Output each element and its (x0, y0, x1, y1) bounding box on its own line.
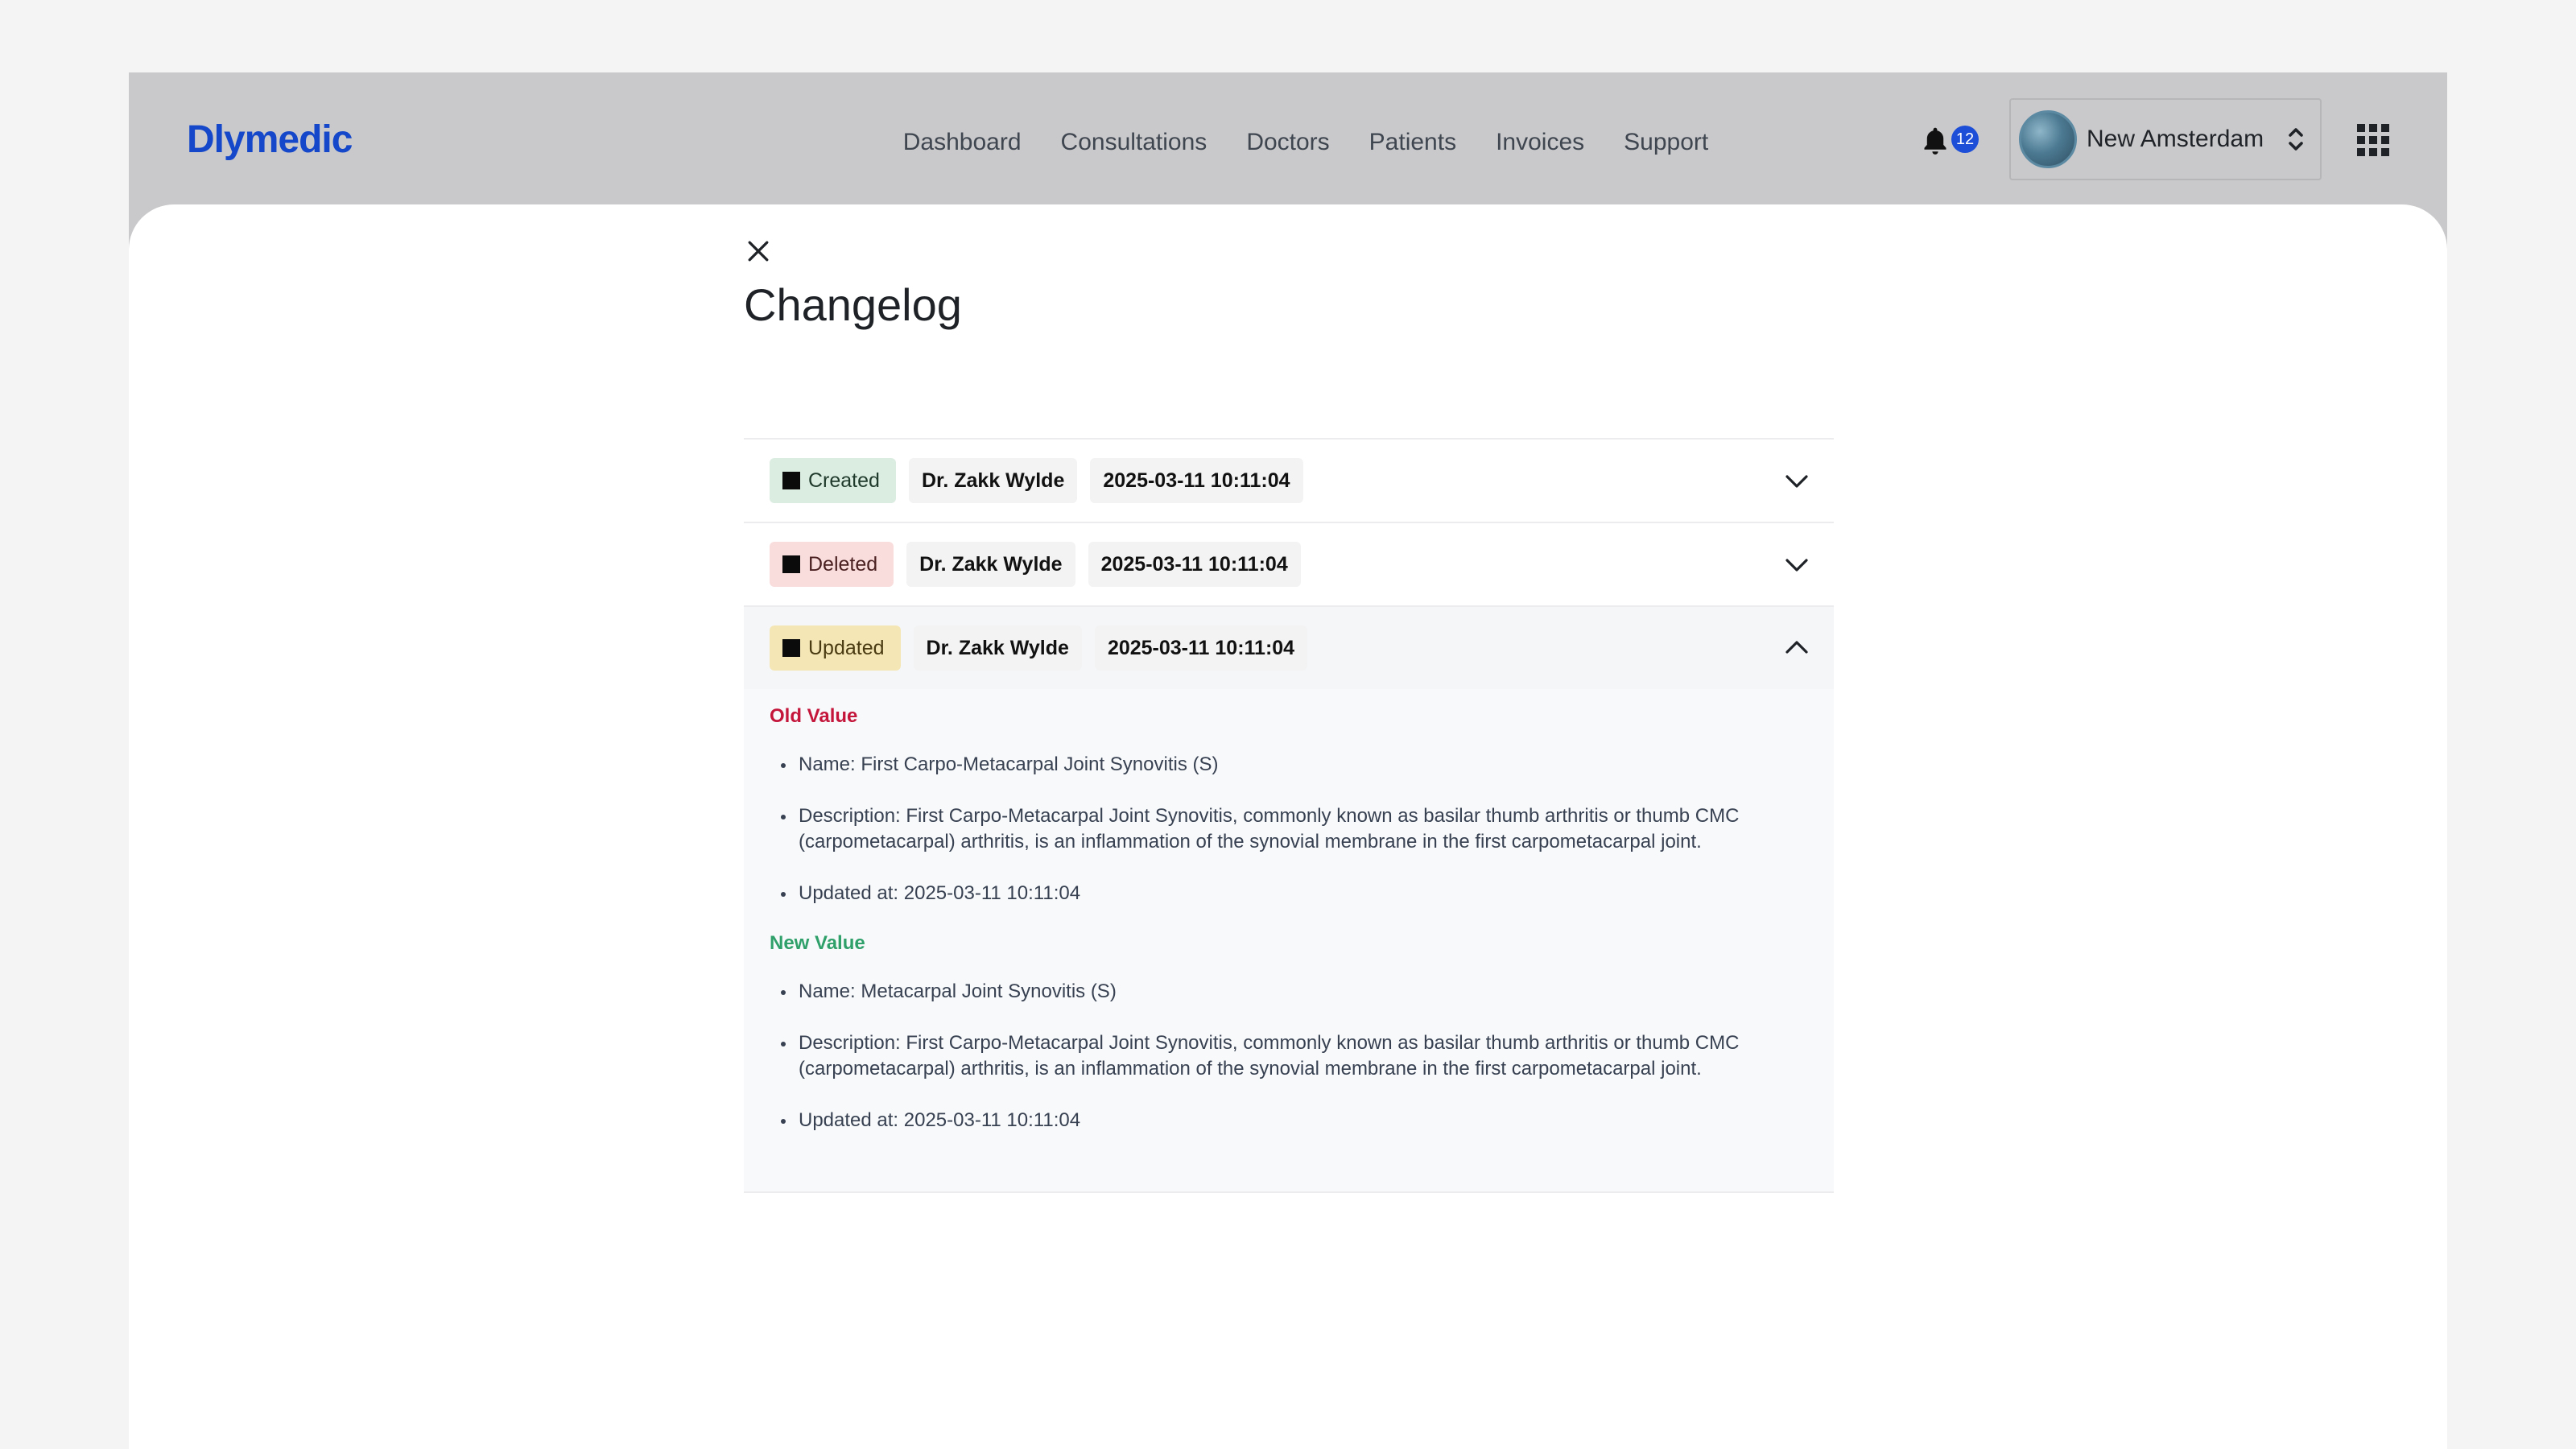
changelog-entry-created: Created Dr. Zakk Wylde 2025-03-11 10:11:… (744, 440, 1834, 523)
nav-invoices[interactable]: Invoices (1496, 121, 1584, 164)
chevron-up-down-icon (2289, 128, 2303, 151)
list-item: Description: First Carpo-Metacarpal Join… (770, 1030, 1776, 1082)
old-value-list: Name: First Carpo-Metacarpal Joint Synov… (770, 752, 1808, 906)
author-chip: Dr. Zakk Wylde (913, 625, 1082, 671)
nav-doctors[interactable]: Doctors (1246, 121, 1329, 164)
changelog-list: Created Dr. Zakk Wylde 2025-03-11 10:11:… (744, 438, 1834, 1193)
notification-badge[interactable]: 12 (1951, 126, 1979, 153)
entry-header[interactable]: Deleted Dr. Zakk Wylde 2025-03-11 10:11:… (744, 523, 1834, 605)
timestamp-chip: 2025-03-11 10:11:04 (1094, 625, 1308, 671)
grid-icon[interactable] (2357, 124, 2389, 156)
nav-dashboard[interactable]: Dashboard (903, 121, 1022, 164)
status-badge: Created (770, 458, 896, 503)
status-label: Created (808, 469, 880, 492)
status-badge: Updated (770, 625, 901, 671)
old-value-heading: Old Value (770, 705, 858, 727)
changelog-entry-updated: Updated Dr. Zakk Wylde 2025-03-11 10:11:… (744, 607, 1834, 1193)
list-item: Updated at: 2025-03-11 10:11:04 (770, 1108, 1776, 1133)
nav-consultations[interactable]: Consultations (1061, 121, 1208, 164)
chevron-down-icon[interactable] (1784, 469, 1810, 492)
list-item: Description: First Carpo-Metacarpal Join… (770, 803, 1776, 855)
author-chip: Dr. Zakk Wylde (906, 542, 1075, 587)
chevron-down-icon[interactable] (1784, 553, 1810, 576)
nav-patients[interactable]: Patients (1369, 121, 1456, 164)
entry-header[interactable]: Updated Dr. Zakk Wylde 2025-03-11 10:11:… (744, 607, 1834, 689)
app-window: Dlymedic Dashboard Consultations Doctors… (129, 72, 2447, 1449)
account-switcher[interactable]: New Amsterdam (2009, 98, 2322, 180)
entry-details: Old Value Name: First Carpo-Metacarpal J… (744, 689, 1834, 1191)
new-value-list: Name: Metacarpal Joint Synovitis (S) Des… (770, 979, 1808, 1133)
timestamp-chip: 2025-03-11 10:11:04 (1088, 542, 1301, 587)
list-item: Updated at: 2025-03-11 10:11:04 (770, 881, 1776, 906)
close-icon[interactable] (744, 237, 773, 266)
chevron-up-icon[interactable] (1784, 637, 1810, 659)
account-name: New Amsterdam (2087, 126, 2264, 152)
bell-icon[interactable] (1921, 122, 1953, 163)
timestamp-chip: 2025-03-11 10:11:04 (1090, 458, 1303, 503)
author-chip: Dr. Zakk Wylde (908, 458, 1078, 503)
square-icon (782, 472, 800, 489)
status-label: Deleted (808, 552, 878, 576)
avatar (2019, 110, 2077, 168)
new-value-heading: New Value (770, 932, 865, 954)
page-title: Changelog (744, 279, 962, 330)
entry-header[interactable]: Created Dr. Zakk Wylde 2025-03-11 10:11:… (744, 440, 1834, 522)
list-item: Name: Metacarpal Joint Synovitis (S) (770, 979, 1776, 1005)
changelog-entry-deleted: Deleted Dr. Zakk Wylde 2025-03-11 10:11:… (744, 523, 1834, 607)
status-badge: Deleted (770, 542, 894, 587)
nav-support[interactable]: Support (1624, 121, 1708, 164)
square-icon (782, 555, 800, 573)
list-item: Name: First Carpo-Metacarpal Joint Synov… (770, 752, 1776, 778)
changelog-panel: Changelog Created Dr. Zakk Wylde 2025-03… (129, 204, 2447, 1449)
square-icon (782, 639, 800, 657)
status-label: Updated (808, 636, 885, 659)
